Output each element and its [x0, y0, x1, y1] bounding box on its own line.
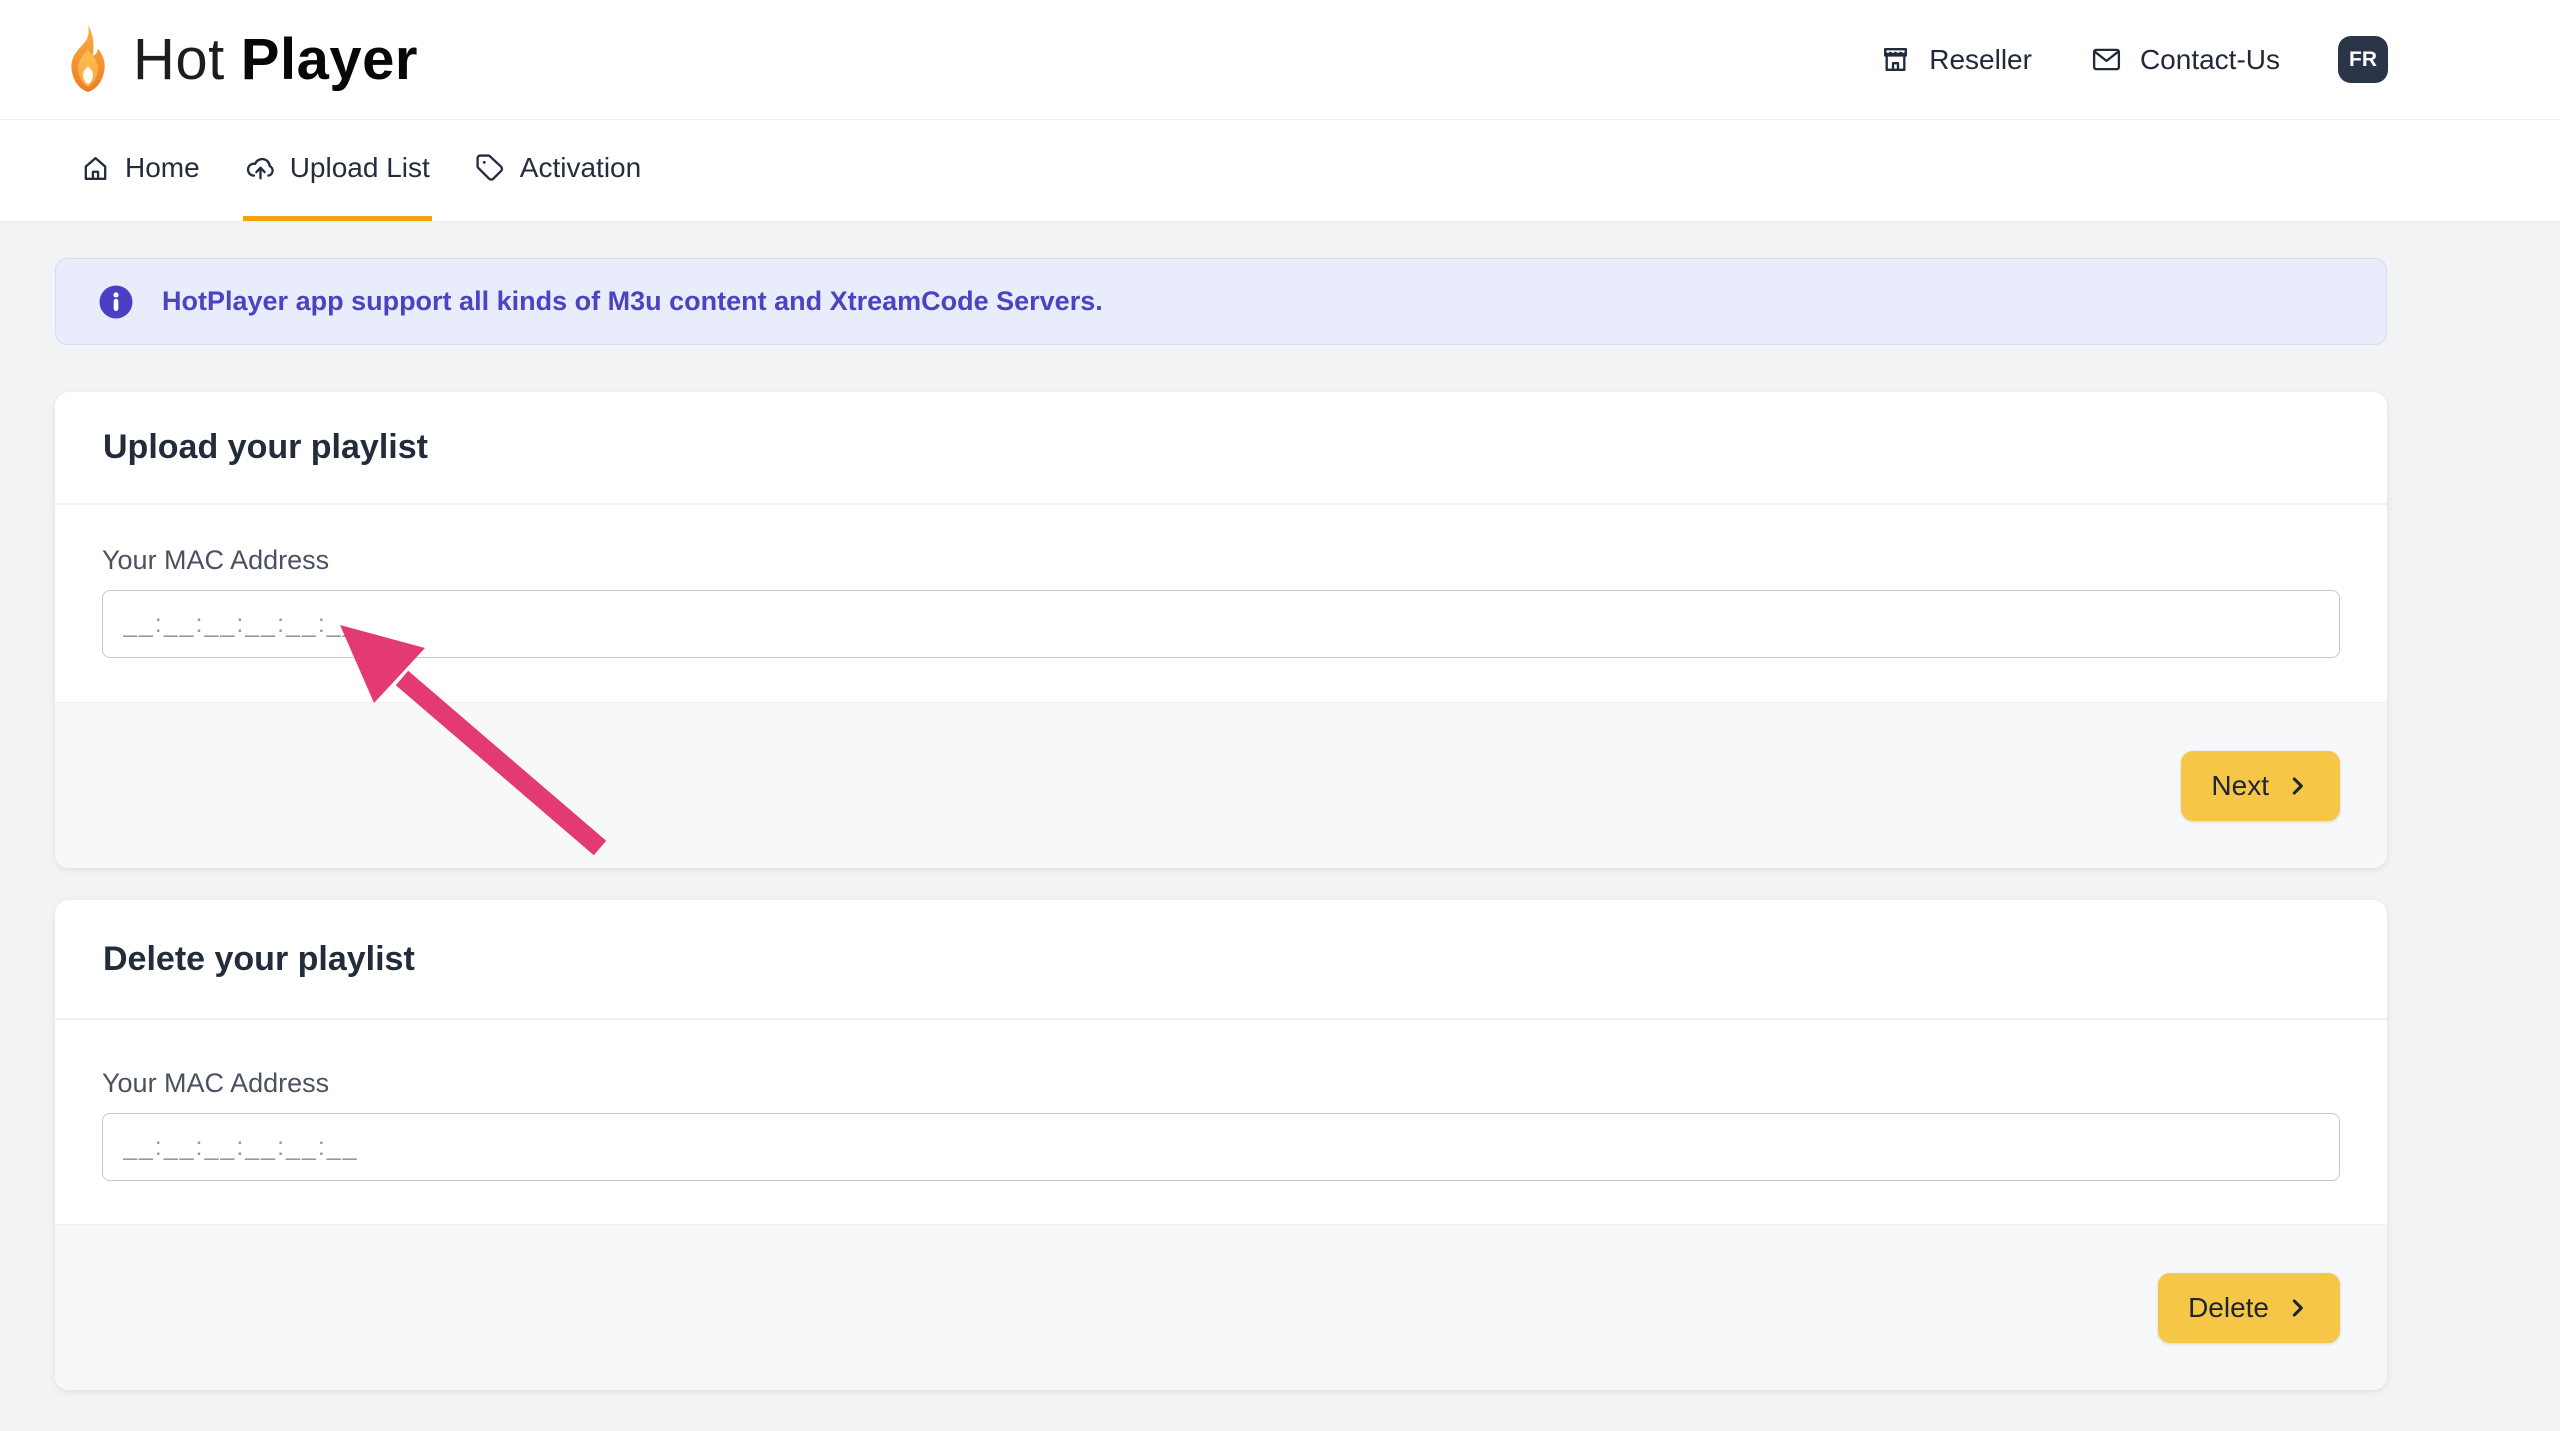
delete-card-footer: Delete: [55, 1224, 2387, 1390]
delete-button[interactable]: Delete: [2158, 1273, 2340, 1343]
upload-mac-input[interactable]: [102, 590, 2340, 658]
tab-home[interactable]: Home: [78, 120, 202, 221]
delete-card-title: Delete your playlist: [103, 940, 415, 979]
tab-upload-list[interactable]: Upload List: [243, 120, 432, 221]
delete-mac-label: Your MAC Address: [102, 1068, 2340, 1099]
page: HotPlayer Reseller Contact-Us: [0, 0, 2560, 1431]
home-icon: [80, 153, 111, 184]
tag-icon: [475, 153, 506, 184]
brand-light: Hot: [133, 27, 225, 92]
cloud-upload-icon: [245, 153, 276, 184]
info-banner: HotPlayer app support all kinds of M3u c…: [55, 258, 2387, 345]
upload-card-header: Upload your playlist: [55, 392, 2387, 505]
next-button-label: Next: [2211, 770, 2269, 802]
brand-bold: Player: [241, 27, 418, 92]
next-button[interactable]: Next: [2181, 751, 2340, 821]
tab-activation-label: Activation: [520, 152, 641, 184]
contact-us-link[interactable]: Contact-Us: [2090, 43, 2280, 76]
delete-card-header: Delete your playlist: [55, 900, 2387, 1020]
flame-icon: [55, 16, 121, 104]
delete-button-label: Delete: [2188, 1292, 2269, 1324]
upload-mac-label: Your MAC Address: [102, 545, 2340, 576]
store-icon: [1879, 43, 1912, 76]
upload-card-footer: Next: [55, 702, 2387, 868]
reseller-link[interactable]: Reseller: [1879, 43, 2032, 76]
brand-logo[interactable]: HotPlayer: [55, 16, 418, 104]
contact-us-label: Contact-Us: [2140, 44, 2280, 76]
banner-message: HotPlayer app support all kinds of M3u c…: [162, 286, 1103, 317]
delete-card-body: Your MAC Address: [55, 1020, 2387, 1224]
upload-card: Upload your playlist Your MAC Address Ne…: [55, 392, 2387, 868]
chevron-right-icon: [2284, 1295, 2310, 1321]
header: HotPlayer Reseller Contact-Us: [0, 0, 2560, 120]
chevron-right-icon: [2284, 773, 2310, 799]
main-content: HotPlayer app support all kinds of M3u c…: [55, 258, 2387, 1390]
delete-card: Delete your playlist Your MAC Address De…: [55, 900, 2387, 1390]
upload-card-title: Upload your playlist: [103, 428, 428, 467]
mail-icon: [2090, 43, 2123, 76]
nav-tabs: Home Upload List Activation: [0, 120, 2560, 222]
banner-message-rest: app support all kinds of M3u content and…: [288, 286, 1103, 316]
delete-mac-input[interactable]: [102, 1113, 2340, 1181]
banner-highlight: HotPlayer: [162, 286, 288, 316]
upload-card-body: Your MAC Address: [55, 505, 2387, 702]
tab-upload-list-label: Upload List: [290, 152, 430, 184]
header-actions: Reseller Contact-Us FR: [1879, 36, 2388, 83]
brand-title: HotPlayer: [133, 31, 418, 89]
info-icon: [98, 284, 134, 320]
tab-home-label: Home: [125, 152, 200, 184]
avatar[interactable]: FR: [2338, 36, 2388, 83]
reseller-label: Reseller: [1929, 44, 2032, 76]
tab-activation[interactable]: Activation: [473, 120, 643, 221]
